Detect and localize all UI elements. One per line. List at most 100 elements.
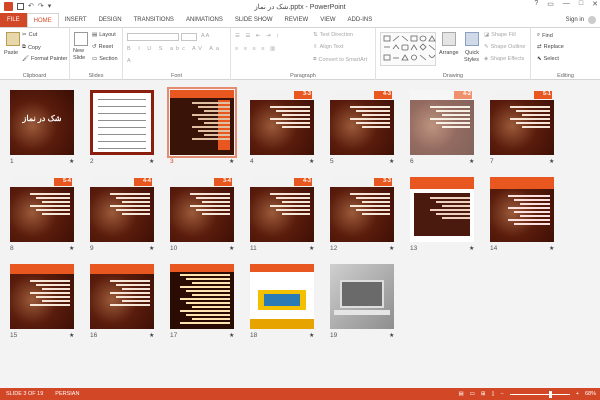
customize-toolbar-icon[interactable]: ▾ (48, 3, 52, 11)
quick-styles-button-line2[interactable]: Styles (464, 57, 479, 63)
notes-icon[interactable]: ▤ (459, 391, 464, 397)
slide-thumbnail[interactable] (90, 90, 154, 155)
transition-star-icon[interactable]: ★ (229, 245, 234, 252)
save-icon[interactable] (17, 3, 24, 10)
slide-thumbnail[interactable]: 4-2 (410, 90, 474, 155)
transition-star-icon[interactable]: ★ (549, 245, 554, 252)
find-button[interactable]: ⌕ Find (537, 32, 553, 39)
zoom-slider-thumb[interactable] (548, 390, 552, 398)
tab-transitions[interactable]: TRANSITIONS (128, 13, 180, 27)
normal-view-icon[interactable]: ▭ (470, 391, 475, 397)
sign-in[interactable]: Sign in (566, 13, 596, 27)
slide-thumbnail[interactable] (490, 177, 554, 242)
help-button[interactable]: ? (534, 0, 538, 8)
transition-star-icon[interactable]: ★ (549, 158, 554, 165)
transition-star-icon[interactable]: ★ (469, 158, 474, 165)
transition-star-icon[interactable]: ★ (469, 245, 474, 252)
new-slide-button-line2[interactable]: Slide (73, 55, 85, 61)
zoom-out-icon[interactable]: − (501, 391, 504, 397)
tab-slide-show[interactable]: SLIDE SHOW (229, 13, 279, 27)
copy-button[interactable]: ⧉ Copy (22, 44, 41, 51)
slide-thumbnail[interactable]: 5-1 (490, 90, 554, 155)
transition-star-icon[interactable]: ★ (389, 332, 394, 339)
tab-add-ins[interactable]: ADD-INS (342, 13, 379, 27)
tab-design[interactable]: DESIGN (93, 13, 128, 27)
minimize-button[interactable]: — (563, 0, 570, 8)
slide-thumbnail[interactable] (167, 87, 237, 158)
slide-thumbnail[interactable] (90, 264, 154, 329)
sign-in-link[interactable]: Sign in (566, 13, 584, 27)
slide-thumbnail[interactable]: 3-4 (170, 177, 234, 242)
close-button[interactable]: ✕ (592, 0, 598, 8)
tab-home[interactable]: HOME (26, 13, 59, 27)
transition-star-icon[interactable]: ★ (149, 332, 154, 339)
text-direction-button[interactable]: ⇅ Text Direction (313, 32, 353, 38)
tab-animations[interactable]: ANIMATIONS (180, 13, 229, 27)
transition-star-icon[interactable]: ★ (309, 158, 314, 165)
undo-icon[interactable]: ↶ (28, 3, 34, 11)
convert-smartart-button[interactable]: ⧈ Convert to SmartArt (313, 56, 367, 63)
font-size-box[interactable] (181, 33, 197, 41)
slide-thumbnail[interactable]: 3-3 (250, 90, 314, 155)
quick-styles-button[interactable]: Quick (465, 50, 479, 56)
slide-thumbnail[interactable] (250, 264, 314, 329)
grow-font-icon[interactable]: A A (201, 33, 209, 39)
zoom-in-icon[interactable]: + (576, 391, 579, 397)
slide-thumbnail[interactable]: 4-3 (250, 177, 314, 242)
font-color-icon[interactable]: A (127, 58, 131, 64)
section-button[interactable]: ▭ Section (92, 56, 118, 62)
ribbon-display-button[interactable]: ▭ (547, 0, 554, 8)
cut-button[interactable]: ✂ Cut (22, 32, 37, 38)
tab-review[interactable]: REVIEW (279, 13, 315, 27)
slide-thumbnail[interactable] (170, 264, 234, 329)
zoom-level[interactable]: 68% (585, 391, 596, 397)
transition-star-icon[interactable]: ★ (309, 332, 314, 339)
arrange-icon[interactable] (442, 32, 456, 46)
transition-star-icon[interactable]: ★ (389, 245, 394, 252)
font-style-buttons[interactable]: B I U S abc AV Aa (127, 46, 222, 52)
quick-styles-icon[interactable] (465, 32, 479, 46)
replace-button[interactable]: ⇄ Replace (537, 44, 564, 50)
paste-button[interactable]: Paste (4, 50, 18, 56)
slide-thumbnail[interactable] (410, 177, 474, 242)
transition-star-icon[interactable]: ★ (229, 332, 234, 339)
redo-icon[interactable]: ↷ (38, 3, 44, 11)
transition-star-icon[interactable]: ★ (389, 158, 394, 165)
align-buttons[interactable]: ≡ ≡ ≡ ≡ ▥ (235, 46, 277, 52)
transition-star-icon[interactable]: ★ (149, 158, 154, 165)
slide-thumbnail[interactable]: 3-3 (330, 177, 394, 242)
paste-icon[interactable] (6, 32, 20, 46)
maximize-button[interactable]: □ (579, 0, 583, 8)
zoom-slider[interactable] (509, 390, 570, 398)
select-button[interactable]: ⬉ Select (537, 56, 559, 62)
tab-view[interactable]: VIEW (314, 13, 341, 27)
new-slide-button[interactable]: New (73, 48, 84, 54)
transition-star-icon[interactable]: ★ (309, 245, 314, 252)
transition-star-icon[interactable]: ★ (229, 158, 234, 165)
slide-thumbnail[interactable]: 4-3 (330, 90, 394, 155)
arrange-button[interactable]: Arrange (439, 50, 459, 56)
tab-insert[interactable]: INSERT (59, 13, 93, 27)
reading-view-icon[interactable]: ▯ (492, 391, 495, 397)
new-slide-icon[interactable] (74, 32, 88, 46)
align-text-button[interactable]: ⇳ Align Text (313, 44, 343, 50)
shape-effects-button[interactable]: ◈ Shape Effects (484, 56, 524, 62)
language-indicator[interactable]: PERSIAN (49, 391, 85, 397)
slide-thumbnail[interactable]: شک در نماز (10, 90, 74, 155)
transition-star-icon[interactable]: ★ (149, 245, 154, 252)
shapes-gallery[interactable] (380, 32, 436, 66)
transition-star-icon[interactable]: ★ (69, 245, 74, 252)
format-painter-button[interactable]: 🖌 Format Painter (22, 56, 67, 62)
slide-thumbnail[interactable] (330, 264, 394, 329)
shape-fill-button[interactable]: ◪ Shape Fill (484, 32, 516, 38)
slide-thumbnail[interactable]: 4-4 (90, 177, 154, 242)
tab-file[interactable]: FILE (0, 13, 27, 27)
transition-star-icon[interactable]: ★ (69, 158, 74, 165)
font-name-box[interactable] (127, 33, 179, 41)
slide-thumbnail[interactable] (10, 264, 74, 329)
transition-star-icon[interactable]: ★ (69, 332, 74, 339)
reset-button[interactable]: ↺ Reset (92, 44, 113, 50)
avatar[interactable] (588, 16, 596, 24)
shape-outline-button[interactable]: ✎ Shape Outline (484, 44, 525, 50)
slide-thumbnail[interactable]: 5-4 (10, 177, 74, 242)
